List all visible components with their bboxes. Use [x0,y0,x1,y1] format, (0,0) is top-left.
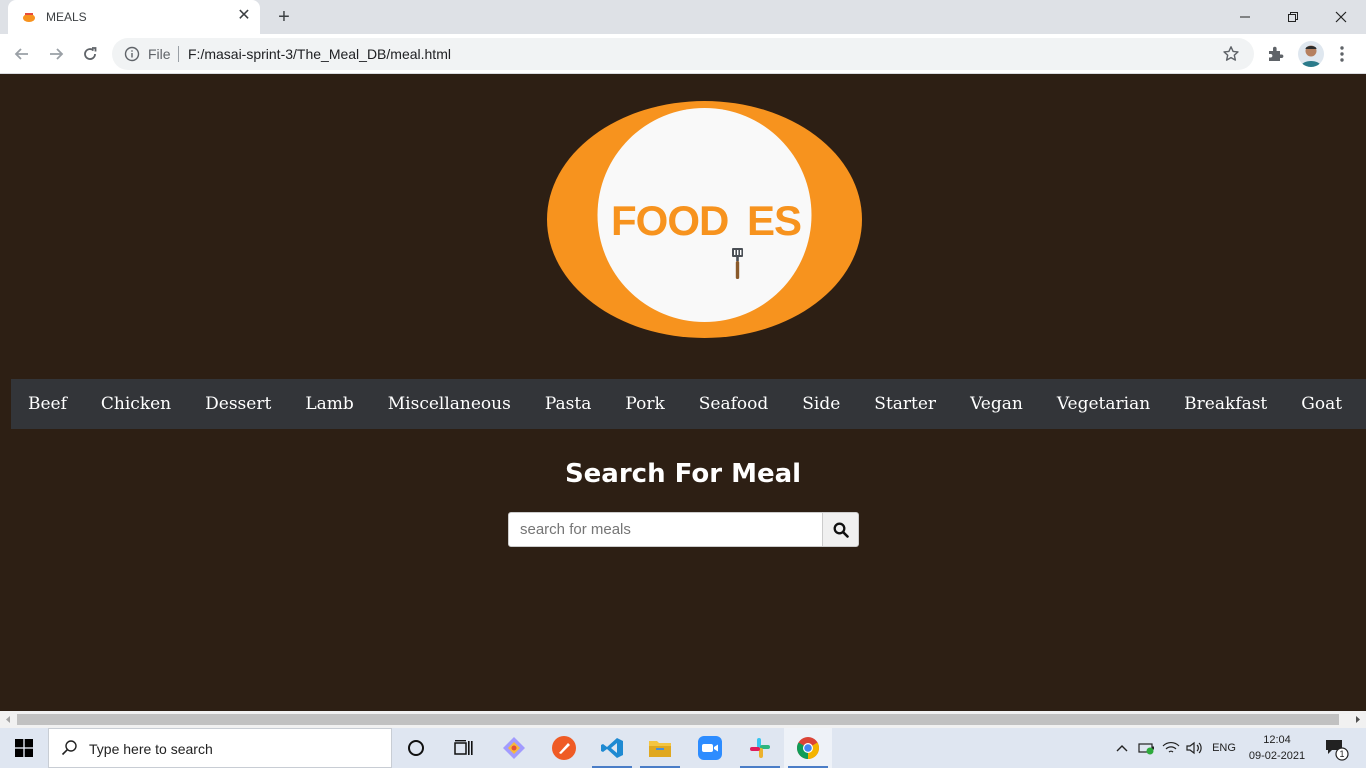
category-dessert[interactable]: Dessert [188,394,288,414]
forward-button[interactable] [44,42,68,66]
folder-icon [649,741,671,757]
taskbar-app-postman[interactable] [540,728,588,768]
start-button[interactable] [0,728,48,768]
search-icon [61,740,77,756]
taskbar-app-vscode[interactable] [588,728,636,768]
zoom-camera-icon [698,736,722,760]
volume-control[interactable] [1184,728,1206,768]
minimize-icon [1240,16,1250,18]
category-pork[interactable]: Pork [608,394,681,414]
clock-time: 12:04 [1263,734,1291,746]
logo-text-es: ES [747,197,801,244]
bookmark-star-icon[interactable] [1222,45,1240,63]
network-status[interactable] [1160,728,1182,768]
info-icon[interactable] [124,46,140,62]
page-content: FOOD ES Beef Chicken Dessert Lamb Miscellane… [0,75,1366,711]
search-icon [833,522,849,538]
tray-overflow-button[interactable] [1112,728,1132,768]
chevron-up-icon [1116,745,1128,752]
browser-toolbar: File F:/masai-sprint-3/The_Meal_DB/meal.… [0,34,1366,74]
category-pasta[interactable]: Pasta [528,394,609,414]
scroll-right-icon[interactable] [1349,711,1366,728]
category-beef[interactable]: Beef [11,394,84,414]
extensions-puzzle-icon[interactable] [1266,44,1286,64]
new-tab-button[interactable]: + [272,5,296,29]
task-view-button[interactable] [440,728,488,768]
reload-icon [84,47,97,60]
minimize-button[interactable] [1222,0,1268,34]
wifi-icon [1162,742,1180,753]
clock-date: 09-02-2021 [1248,750,1306,762]
taskbar-app-file-explorer[interactable] [636,728,684,768]
close-icon [1335,11,1347,23]
url-text[interactable]: F:/masai-sprint-3/The_Meal_DB/meal.html [188,46,451,62]
task-view-icon [454,740,473,755]
windows-taskbar: Type here to search ENG 12:04 09-02-2021… [0,728,1366,768]
cortana-circle-icon [408,740,424,756]
battery-status[interactable] [1136,728,1158,768]
category-side[interactable]: Side [785,394,857,414]
category-breakfast[interactable]: Breakfast [1167,394,1284,414]
taskbar-search[interactable]: Type here to search [48,728,392,768]
clock[interactable]: 12:04 09-02-2021 [1244,728,1310,768]
tab-close-icon[interactable]: ✕ [234,6,254,26]
scheme-label: File [148,46,171,62]
foodes-logo: FOOD ES [547,101,862,338]
action-center-button[interactable]: 1 [1318,728,1354,768]
horizontal-scrollbar[interactable] [0,711,1366,728]
meal-favicon-icon [23,13,35,22]
windows-logo-icon [15,739,33,757]
taskbar-search-placeholder: Type here to search [89,741,213,757]
user-avatar-icon [1301,45,1321,67]
chrome-icon [797,737,819,759]
vscode-icon [601,738,623,758]
search-heading: Search For Meal [564,459,802,489]
scroll-left-icon[interactable] [0,711,17,728]
notification-icon: 1 [1326,740,1349,761]
arrow-left-icon [14,48,28,60]
reload-button[interactable] [78,42,102,66]
restore-icon [1288,12,1298,22]
taskbar-app-slack[interactable] [736,728,784,768]
arrow-right-icon [50,48,64,60]
category-chicken[interactable]: Chicken [84,394,188,414]
battery-charging-icon [1138,743,1154,755]
taskbar-app-chrome[interactable] [784,728,832,768]
profile-avatar[interactable] [1298,41,1324,67]
slack-icon [750,738,770,758]
address-bar[interactable]: File F:/masai-sprint-3/The_Meal_DB/meal.… [112,38,1254,70]
cortana-button[interactable] [392,728,440,768]
category-vegetarian[interactable]: Vegetarian [1040,394,1167,414]
omnibox-divider [178,46,179,62]
menu-kebab-icon[interactable] [1334,44,1350,64]
notification-count: 1 [1339,749,1344,759]
restore-button[interactable] [1270,0,1316,34]
category-miscellaneous[interactable]: Miscellaneous [371,394,528,414]
tab-strip: MEALS ✕ + [0,0,1366,34]
category-seafood[interactable]: Seafood [682,394,786,414]
logo-text-food: FOOD [611,197,728,244]
tab-title: MEALS [46,10,87,24]
category-starter[interactable]: Starter [857,394,953,414]
back-button[interactable] [10,42,34,66]
postman-icon [552,736,576,760]
category-lamb[interactable]: Lamb [288,394,370,414]
scrollbar-thumb[interactable] [17,714,1339,725]
speaker-icon [1186,741,1202,755]
category-vegan[interactable]: Vegan [953,394,1040,414]
taskbar-app-zoom[interactable] [686,728,734,768]
search-input[interactable] [508,512,823,547]
taskbar-app-gitkraken[interactable] [490,728,538,768]
search-button[interactable] [822,512,859,547]
git-diamond-icon [503,737,525,759]
browser-tab[interactable]: MEALS ✕ [8,0,260,34]
category-nav: Beef Chicken Dessert Lamb Miscellaneous Pasta… [11,379,1366,429]
category-goat[interactable]: Goat [1284,394,1359,414]
close-window-button[interactable] [1318,0,1364,34]
input-language[interactable]: ENG [1210,728,1238,768]
